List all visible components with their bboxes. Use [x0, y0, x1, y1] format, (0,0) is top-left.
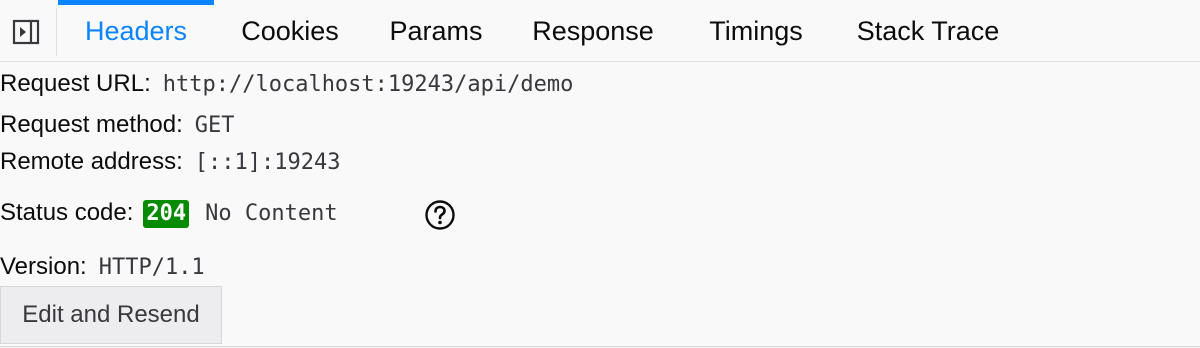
- remote-address-label: Remote address:: [0, 148, 183, 175]
- status-code-row: Status code: 204 No Content: [0, 199, 338, 228]
- remote-address-value: [::1]:19243: [194, 150, 341, 175]
- tab-timings[interactable]: Timings: [680, 0, 832, 62]
- version-value: HTTP/1.1: [98, 255, 205, 280]
- toolbar-separator: [56, 8, 57, 56]
- status-code-label: Status code:: [0, 199, 134, 226]
- status-text: No Content: [205, 201, 338, 226]
- details-tab-bar: Headers Cookies Params Response Timings …: [0, 0, 1200, 62]
- version-label: Version:: [0, 253, 87, 280]
- request-url-label: Request URL:: [0, 70, 151, 97]
- request-url-value: http://localhost:19243/api/demo: [162, 72, 574, 97]
- sidebar-toggle-icon: [12, 19, 40, 45]
- question-circle-icon: [425, 200, 455, 230]
- tab-headers[interactable]: Headers: [58, 0, 214, 62]
- status-help-button[interactable]: [424, 199, 456, 231]
- version-row: Version: HTTP/1.1: [0, 253, 205, 281]
- divider: [0, 346, 1200, 347]
- request-method-value: GET: [194, 113, 235, 138]
- toggle-sidebar-button[interactable]: [0, 6, 52, 58]
- remote-address-row: Remote address: [::1]:19243: [0, 148, 340, 176]
- edit-and-resend-button[interactable]: Edit and Resend: [0, 286, 222, 344]
- request-method-label: Request method:: [0, 111, 183, 138]
- status-badge: 204: [143, 200, 190, 228]
- tab-stack-trace[interactable]: Stack Trace: [832, 0, 1024, 62]
- network-details-panel: Headers Cookies Params Response Timings …: [0, 0, 1200, 348]
- tab-response[interactable]: Response: [506, 0, 680, 62]
- request-method-row: Request method: GET: [0, 111, 235, 139]
- request-url-row: Request URL: http://localhost:19243/api/…: [0, 70, 573, 98]
- tab-cookies[interactable]: Cookies: [214, 0, 366, 62]
- tab-params[interactable]: Params: [366, 0, 506, 62]
